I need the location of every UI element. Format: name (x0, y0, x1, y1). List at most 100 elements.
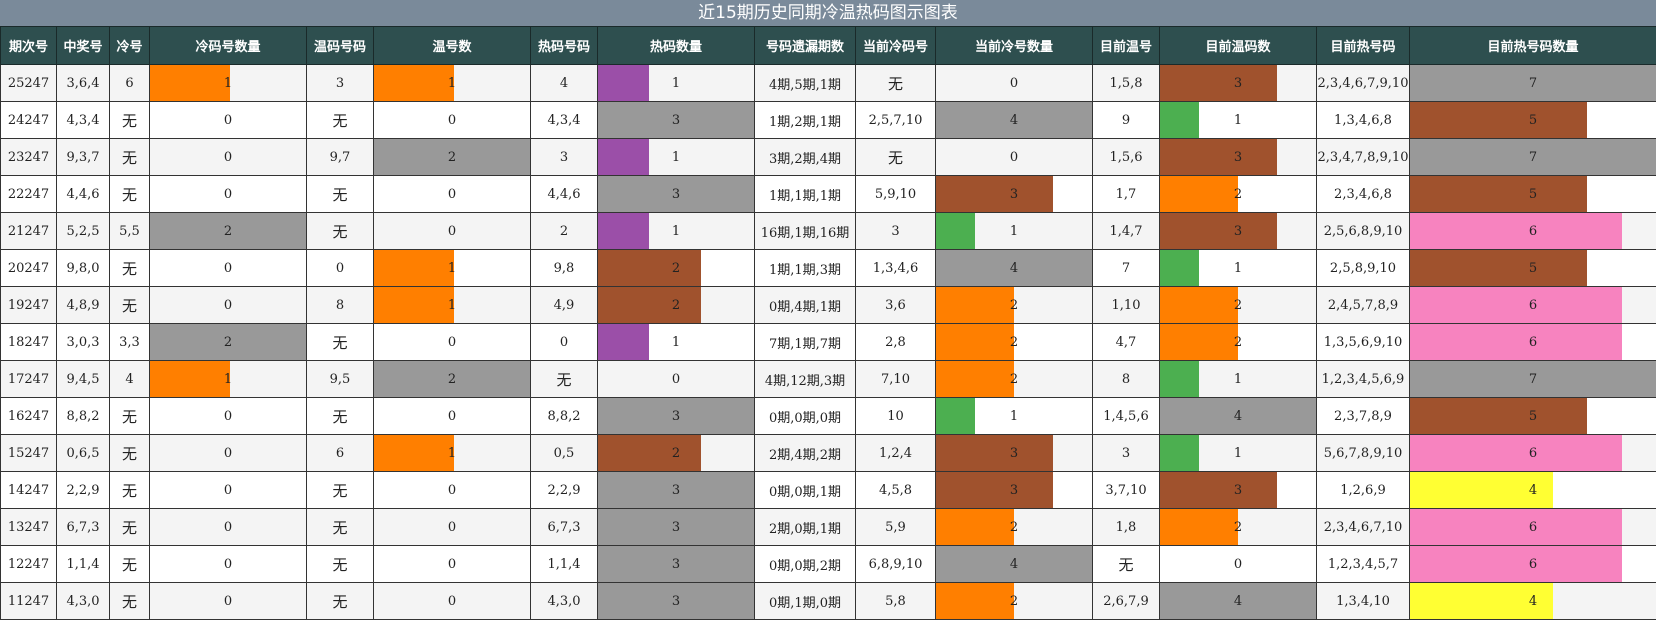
cell-warm: 无 (307, 472, 374, 509)
header-cur-hot: 目前热号码 (1317, 27, 1410, 65)
count-value: 0 (224, 113, 232, 128)
cell-hot-count-bar: 3 (598, 546, 755, 583)
cell-hot-count-bar: 3 (598, 176, 755, 213)
cell-cold-count-bar: 1 (150, 361, 307, 398)
count-bar-fill (598, 213, 649, 249)
cell-cur-cold: 无 (856, 65, 936, 102)
cell-cur-cold: 5,8 (856, 583, 936, 620)
cell-warm-count-bar: 0 (374, 509, 531, 546)
cell-cur-cold-count-bar: 2 (936, 361, 1093, 398)
count-bar-fill (1410, 287, 1622, 323)
count-value: 5 (1529, 113, 1537, 128)
cell-cold: 无 (110, 102, 150, 139)
cell-cur-cold-count-bar: 2 (936, 287, 1093, 324)
count-value: 7 (1529, 150, 1537, 165)
cell-cold: 无 (110, 139, 150, 176)
cell-warm-count-bar: 0 (374, 176, 531, 213)
count-value: 0 (1234, 557, 1242, 572)
count-bar-fill (1160, 287, 1238, 323)
count-value: 6 (1529, 298, 1537, 313)
count-value: 1 (448, 298, 456, 313)
count-value: 2 (1010, 335, 1018, 350)
count-bar-fill (150, 361, 230, 397)
count-bar-fill (936, 472, 1053, 508)
cell-warm: 6 (307, 435, 374, 472)
cell-cur-warm: 无 (1093, 546, 1160, 583)
count-bar-fill (1160, 435, 1199, 471)
cell-cur-hot: 1,3,4,10 (1317, 583, 1410, 620)
cell-cold: 无 (110, 250, 150, 287)
cell-cold: 无 (110, 472, 150, 509)
cell-hot-count-bar: 2 (598, 287, 755, 324)
cell-cold-count-bar: 2 (150, 324, 307, 361)
cell-miss: 0期,1期,0期 (755, 583, 856, 620)
count-bar-fill (1160, 176, 1238, 212)
cell-issue: 11247 (1, 583, 57, 620)
cell-cur-warm-count-bar: 0 (1160, 546, 1317, 583)
cell-cur-cold: 无 (856, 139, 936, 176)
count-value: 6 (1529, 557, 1537, 572)
count-value: 1 (1234, 113, 1242, 128)
page-title: 近15期历史同期冷温热码图示图表 (0, 0, 1656, 26)
cell-cur-warm: 3 (1093, 435, 1160, 472)
count-value: 4 (1234, 594, 1242, 609)
cell-warm-count-bar: 2 (374, 361, 531, 398)
count-bar-fill (374, 250, 454, 286)
cell-warm: 8 (307, 287, 374, 324)
cell-cur-warm-count-bar: 4 (1160, 583, 1317, 620)
cell-warm-count-bar: 0 (374, 583, 531, 620)
count-value: 4 (1234, 409, 1242, 424)
count-value: 4 (1010, 261, 1018, 276)
count-value: 6 (1529, 224, 1537, 239)
count-value: 3 (672, 557, 680, 572)
table-row: 182473,0,33,32无0017期,1期,7期2,824,721,3,5,… (1, 324, 1656, 361)
count-bar-fill (936, 583, 1014, 619)
cell-cur-cold-count-bar: 1 (936, 398, 1093, 435)
cold-warm-hot-table: 期次号中奖号冷号冷码号数量温码号码温号数热码号码热码数量号码遗漏期数当前冷码号当… (0, 26, 1656, 620)
cell-cur-hot: 1,2,3,4,5,7 (1317, 546, 1410, 583)
cell-cold-count-bar: 0 (150, 546, 307, 583)
cell-cur-hot-count-bar: 6 (1410, 509, 1656, 546)
cell-cur-cold: 10 (856, 398, 936, 435)
cell-warm: 9,5 (307, 361, 374, 398)
count-value: 1 (1234, 372, 1242, 387)
cell-miss: 0期,0期,0期 (755, 398, 856, 435)
count-value: 0 (448, 557, 456, 572)
count-value: 1 (448, 261, 456, 276)
count-bar-fill (1160, 361, 1199, 397)
cell-hot: 无 (531, 361, 598, 398)
count-value: 1 (672, 76, 680, 91)
cell-hot-count-bar: 2 (598, 435, 755, 472)
cell-warm-count-bar: 1 (374, 65, 531, 102)
count-value: 2 (1010, 520, 1018, 535)
table-row: 222474,4,6无0无04,4,631期,1期,1期5,9,1031,722… (1, 176, 1656, 213)
cell-cur-hot-count-bar: 4 (1410, 583, 1656, 620)
count-value: 3 (672, 187, 680, 202)
cell-cur-cold: 5,9,10 (856, 176, 936, 213)
count-value: 4 (1529, 594, 1537, 609)
count-value: 2 (1234, 187, 1242, 202)
cell-cold-count-bar: 0 (150, 102, 307, 139)
count-bar-fill (1410, 398, 1587, 434)
count-bar-fill (1410, 546, 1622, 582)
count-bar-fill (598, 435, 701, 471)
cell-cur-cold: 3 (856, 213, 936, 250)
header-miss: 号码遗漏期数 (755, 27, 856, 65)
count-value: 0 (1010, 76, 1018, 91)
header-row: 期次号中奖号冷号冷码号数量温码号码温号数热码号码热码数量号码遗漏期数当前冷码号当… (1, 27, 1656, 65)
cell-miss: 2期,0期,1期 (755, 509, 856, 546)
cell-warm-count-bar: 0 (374, 324, 531, 361)
cell-cur-cold: 3,6 (856, 287, 936, 324)
cell-cur-warm: 1,4,5,6 (1093, 398, 1160, 435)
count-value: 0 (224, 520, 232, 535)
count-value: 5 (1529, 261, 1537, 276)
cell-cold-count-bar: 0 (150, 176, 307, 213)
cell-hot: 6,7,3 (531, 509, 598, 546)
count-value: 3 (1010, 446, 1018, 461)
count-bar-fill (1160, 509, 1238, 545)
cell-hot-count-bar: 0 (598, 361, 755, 398)
cell-miss: 2期,4期,2期 (755, 435, 856, 472)
cell-miss: 1期,2期,1期 (755, 102, 856, 139)
cell-issue: 25247 (1, 65, 57, 102)
cell-win: 2,2,9 (57, 472, 110, 509)
